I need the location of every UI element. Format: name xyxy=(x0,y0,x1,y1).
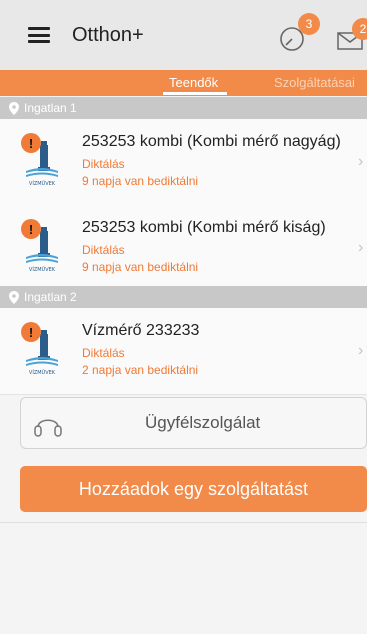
logo-text: VÍZMŰVEK xyxy=(29,369,56,376)
chevron-right-icon: › xyxy=(358,342,364,359)
logo-text: VÍZMŰVEK xyxy=(29,266,56,273)
chevron-right-icon: › xyxy=(358,239,364,256)
active-tab-indicator xyxy=(163,92,227,95)
location-pin-icon xyxy=(9,290,19,304)
alert-icon: ! xyxy=(21,322,41,342)
section-header-ingatlan-1: Ingatlan 1 xyxy=(0,97,367,119)
alert-icon: ! xyxy=(21,219,41,239)
section-label: Ingatlan 1 xyxy=(24,101,77,115)
list-item[interactable]: VÍZMŰVEK ! 253253 kombi (Kombi mérő kisá… xyxy=(0,205,367,292)
app-title: Otthon+ xyxy=(72,23,144,46)
add-service-button[interactable]: Hozzáadok egy szolgáltatást xyxy=(20,466,367,512)
menu-icon[interactable] xyxy=(28,27,50,43)
item-action: Diktálás xyxy=(82,157,125,171)
item-title: 253253 kombi (Kombi mérő kiság) xyxy=(82,219,326,236)
headset-icon xyxy=(34,419,62,437)
alert-icon: ! xyxy=(21,133,41,153)
messages-badge: 2 xyxy=(352,18,367,40)
item-title: 253253 kombi (Kombi mérő nagyág) xyxy=(82,133,341,150)
item-action: Diktálás xyxy=(82,243,125,257)
item-due: 9 napja van bediktálni xyxy=(82,174,199,188)
location-pin-icon xyxy=(9,101,19,115)
app-bar: Otthon+ 3 2 xyxy=(0,0,367,70)
item-action: Diktálás xyxy=(82,346,125,360)
item-due: 9 napja van bediktálni xyxy=(82,260,199,274)
list-item[interactable]: VÍZMŰVEK ! Vízmérő 233233 Diktálás 2 nap… xyxy=(0,308,367,395)
item-title: Vízmérő 233233 xyxy=(82,322,200,339)
tab-teendok[interactable]: Teendők xyxy=(169,75,218,90)
divider xyxy=(0,522,367,523)
support-label: Ügyfélszolgálat xyxy=(145,413,261,432)
support-button[interactable]: Ügyfélszolgálat xyxy=(20,397,367,449)
chevron-right-icon: › xyxy=(358,153,364,170)
section-label: Ingatlan 2 xyxy=(24,290,77,304)
list-item[interactable]: VÍZMŰVEK ! 253253 kombi (Kombi mérő nagy… xyxy=(0,119,367,206)
tab-szolgaltatasai[interactable]: Szolgáltatásai xyxy=(274,75,355,90)
logo-text: VÍZMŰVEK xyxy=(29,180,56,187)
tasks-badge: 3 xyxy=(298,13,320,35)
item-due: 2 napja van bediktálni xyxy=(82,363,199,377)
section-header-ingatlan-2: Ingatlan 2 xyxy=(0,286,367,308)
